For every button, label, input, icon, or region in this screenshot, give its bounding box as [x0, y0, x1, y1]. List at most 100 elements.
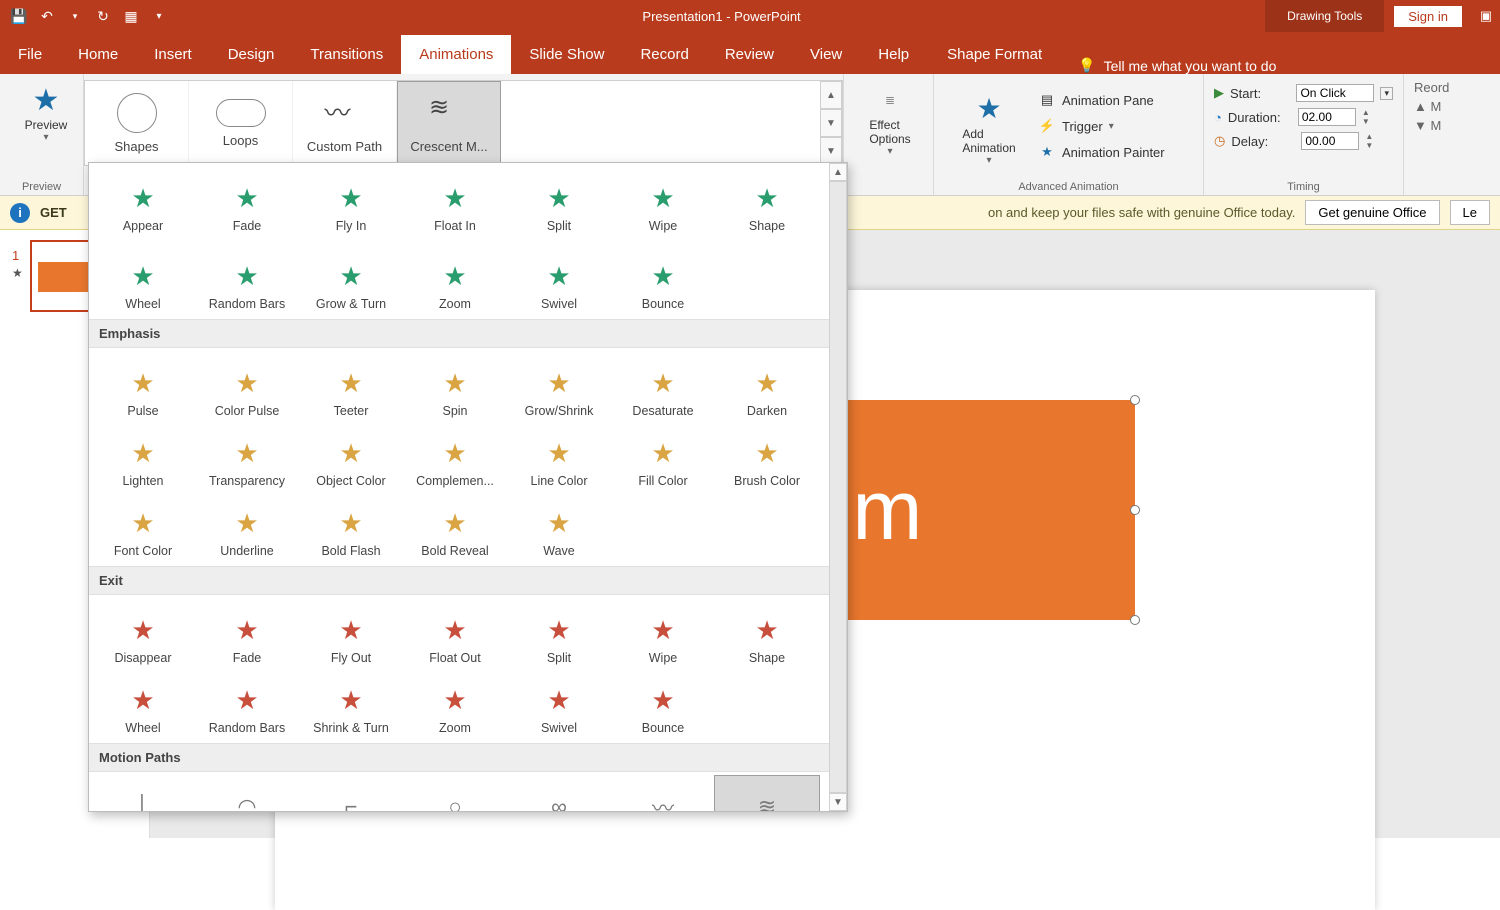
- start-input[interactable]: [1296, 84, 1374, 102]
- effect-complemen[interactable]: ★Complemen...: [403, 422, 507, 492]
- effect-zoom[interactable]: ★Zoom: [403, 245, 507, 315]
- effect-fade[interactable]: ★Fade: [195, 167, 299, 237]
- gallery-item-loops[interactable]: Loops: [189, 81, 293, 165]
- gallery-scroll-up-icon[interactable]: ▲: [820, 81, 842, 109]
- resize-handle-se[interactable]: [1130, 615, 1140, 625]
- qat-undo-icon[interactable]: ↶: [38, 7, 56, 25]
- effect-fly-out[interactable]: ★Fly Out: [299, 599, 403, 669]
- effect-shapes[interactable]: ○Shapes: [403, 776, 507, 812]
- effect-fly-in[interactable]: ★Fly In: [299, 167, 403, 237]
- effect-wipe[interactable]: ★Wipe: [611, 599, 715, 669]
- animation-painter-button[interactable]: ★Animation Painter: [1034, 140, 1169, 164]
- effect-pulse[interactable]: ★Pulse: [91, 352, 195, 422]
- effect-shape[interactable]: ★Shape: [715, 599, 819, 669]
- gallery-item-crescent[interactable]: ≋Crescent M...: [397, 81, 501, 165]
- get-genuine-button[interactable]: Get genuine Office: [1305, 200, 1439, 225]
- effect-swivel[interactable]: ★Swivel: [507, 245, 611, 315]
- effect-object-color[interactable]: ★Object Color: [299, 422, 403, 492]
- learn-more-button[interactable]: Le: [1450, 200, 1490, 225]
- add-animation-button[interactable]: ★ Add Animation: [944, 78, 1034, 174]
- tab-slideshow[interactable]: Slide Show: [511, 35, 622, 74]
- duration-up-icon[interactable]: ▲: [1362, 108, 1376, 117]
- tab-review[interactable]: Review: [707, 35, 792, 74]
- qat-save-icon[interactable]: 💾: [10, 7, 28, 25]
- effect-bold-reveal[interactable]: ★Bold Reveal: [403, 492, 507, 562]
- tab-file[interactable]: File: [0, 35, 60, 74]
- tell-me-search[interactable]: 💡 Tell me what you want to do: [1062, 57, 1292, 74]
- gallery-expand-icon[interactable]: ▼: [820, 137, 842, 165]
- effect-underline[interactable]: ★Underline: [195, 492, 299, 562]
- effect-options-button[interactable]: ≣ Effect Options: [854, 78, 926, 157]
- effect-fill-color[interactable]: ★Fill Color: [611, 422, 715, 492]
- preview-button[interactable]: ★ Preview: [10, 78, 82, 143]
- move-later-button[interactable]: ▼ M: [1414, 116, 1454, 135]
- effect-line-color[interactable]: ★Line Color: [507, 422, 611, 492]
- effect-split[interactable]: ★Split: [507, 599, 611, 669]
- tab-insert[interactable]: Insert: [136, 35, 210, 74]
- effect-random-bars[interactable]: ★Random Bars: [195, 669, 299, 739]
- effect-teeter[interactable]: ★Teeter: [299, 352, 403, 422]
- effect-turns[interactable]: ⌐Turns: [299, 776, 403, 812]
- effect-swivel[interactable]: ★Swivel: [507, 669, 611, 739]
- effect-spin[interactable]: ★Spin: [403, 352, 507, 422]
- effect-crescent-m[interactable]: ≋Crescent M...: [715, 776, 819, 812]
- effect-split[interactable]: ★Split: [507, 167, 611, 237]
- delay-down-icon[interactable]: ▼: [1365, 141, 1379, 150]
- gallery-item-custompath[interactable]: 〰Custom Path: [293, 81, 397, 165]
- effect-color-pulse[interactable]: ★Color Pulse: [195, 352, 299, 422]
- effect-disappear[interactable]: ★Disappear: [91, 599, 195, 669]
- effect-appear[interactable]: ★Appear: [91, 167, 195, 237]
- animation-pane-button[interactable]: ▤Animation Pane: [1034, 88, 1169, 112]
- effect-wheel[interactable]: ★Wheel: [91, 245, 195, 315]
- resize-handle-e[interactable]: [1130, 505, 1140, 515]
- duration-input[interactable]: [1298, 108, 1356, 126]
- effect-font-color[interactable]: ★Font Color: [91, 492, 195, 562]
- tab-shape-format[interactable]: Shape Format: [927, 35, 1062, 74]
- effect-bounce[interactable]: ★Bounce: [611, 669, 715, 739]
- tab-transitions[interactable]: Transitions: [292, 35, 401, 74]
- effect-grow-turn[interactable]: ★Grow & Turn: [299, 245, 403, 315]
- effect-bold-flash[interactable]: ★Bold Flash: [299, 492, 403, 562]
- effect-custom-path[interactable]: 〰Custom Path: [611, 776, 715, 812]
- effect-bounce[interactable]: ★Bounce: [611, 245, 715, 315]
- dd-scroll-track[interactable]: [829, 181, 847, 793]
- effect-float-out[interactable]: ★Float Out: [403, 599, 507, 669]
- qat-undo-more-icon[interactable]: ▾: [66, 7, 84, 25]
- effect-arcs[interactable]: ◠Arcs: [195, 776, 299, 812]
- effect-shape[interactable]: ★Shape: [715, 167, 819, 237]
- effect-wipe[interactable]: ★Wipe: [611, 167, 715, 237]
- effect-zoom[interactable]: ★Zoom: [403, 669, 507, 739]
- effect-fade[interactable]: ★Fade: [195, 599, 299, 669]
- delay-input[interactable]: [1301, 132, 1359, 150]
- effect-random-bars[interactable]: ★Random Bars: [195, 245, 299, 315]
- effect-lines[interactable]: │Lines: [91, 776, 195, 812]
- effect-darken[interactable]: ★Darken: [715, 352, 819, 422]
- effect-wheel[interactable]: ★Wheel: [91, 669, 195, 739]
- dd-scroll-up-icon[interactable]: ▲: [829, 163, 847, 181]
- effect-loops[interactable]: ∞Loops: [507, 776, 611, 812]
- tab-home[interactable]: Home: [60, 35, 136, 74]
- effect-grow-shrink[interactable]: ★Grow/Shrink: [507, 352, 611, 422]
- effect-lighten[interactable]: ★Lighten: [91, 422, 195, 492]
- tab-help[interactable]: Help: [860, 35, 927, 74]
- gallery-scroll-down-icon[interactable]: ▼: [820, 109, 842, 137]
- qat-present-icon[interactable]: ▦: [122, 7, 140, 25]
- effect-float-in[interactable]: ★Float In: [403, 167, 507, 237]
- tab-view[interactable]: View: [792, 35, 860, 74]
- tab-design[interactable]: Design: [210, 35, 293, 74]
- effect-desaturate[interactable]: ★Desaturate: [611, 352, 715, 422]
- sign-in-button[interactable]: Sign in: [1394, 6, 1462, 27]
- move-earlier-button[interactable]: ▲ M: [1414, 97, 1454, 116]
- qat-customize-icon[interactable]: ▾: [150, 7, 168, 25]
- gallery-item-shapes[interactable]: Shapes: [85, 81, 189, 165]
- ribbon-display-icon[interactable]: ▣: [1472, 8, 1500, 24]
- dd-scroll-down-icon[interactable]: ▼: [829, 793, 847, 811]
- effect-wave[interactable]: ★Wave: [507, 492, 611, 562]
- trigger-button[interactable]: ⚡Trigger: [1034, 114, 1169, 138]
- tab-animations[interactable]: Animations: [401, 35, 511, 74]
- duration-down-icon[interactable]: ▼: [1362, 117, 1376, 126]
- effect-brush-color[interactable]: ★Brush Color: [715, 422, 819, 492]
- qat-redo-icon[interactable]: ↻: [94, 7, 112, 25]
- start-dropdown-icon[interactable]: ▾: [1380, 87, 1393, 100]
- delay-up-icon[interactable]: ▲: [1365, 132, 1379, 141]
